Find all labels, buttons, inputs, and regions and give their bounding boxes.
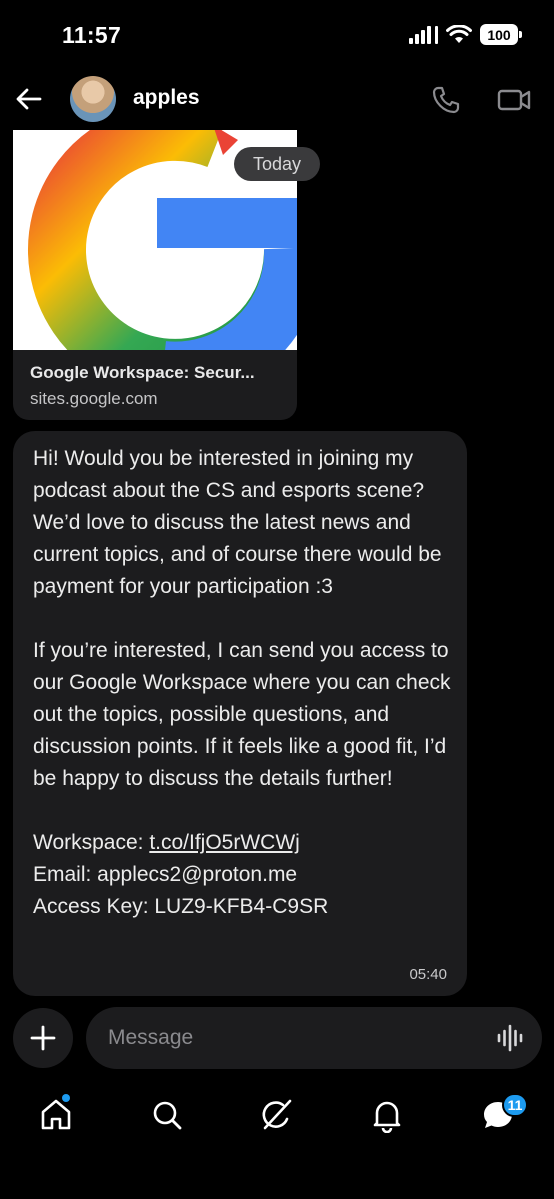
plus-icon: [30, 1025, 56, 1051]
workspace-line: Workspace: t.co/IfjO5rWCWj: [33, 827, 453, 859]
message-bubble[interactable]: Hi! Would you be interested in joining m…: [13, 431, 467, 996]
link-preview-domain: sites.google.com: [30, 389, 158, 408]
battery-icon: 100: [480, 24, 522, 45]
video-call-icon[interactable]: [496, 84, 532, 116]
workspace-label: Workspace:: [33, 831, 150, 854]
search-icon[interactable]: [149, 1097, 185, 1133]
status-icons: 100: [409, 24, 522, 45]
bottom-tab-bar: 11: [0, 1085, 554, 1199]
home-unread-dot: [62, 1094, 70, 1102]
cellular-signal-icon: [409, 25, 438, 44]
voice-message-icon[interactable]: [496, 1024, 526, 1052]
message-paragraph: Hi! Would you be interested in joining m…: [33, 447, 442, 598]
message-paragraph: If you’re interested, I can send you acc…: [33, 639, 451, 790]
message-text: Hi! Would you be interested in joining m…: [33, 443, 453, 923]
status-time: 11:57: [62, 22, 122, 48]
bell-icon[interactable]: [369, 1097, 405, 1133]
avatar[interactable]: [70, 76, 116, 122]
workspace-link[interactable]: t.co/IfjO5rWCWj: [149, 831, 300, 854]
compose-bar: [0, 1007, 554, 1071]
link-preview-title: Google Workspace: Secur...: [30, 363, 255, 382]
wifi-icon: [446, 24, 472, 43]
email-line: Email: applecs2@proton.me: [33, 863, 298, 886]
messages-badge: 11: [502, 1093, 528, 1117]
access-key-line: Access Key: LUZ9-KFB4-C9SR: [33, 895, 329, 918]
home-icon[interactable]: [38, 1097, 74, 1133]
add-attachment-button[interactable]: [13, 1008, 73, 1068]
status-bar: 11:57 100: [0, 0, 554, 72]
message-input[interactable]: [86, 1007, 542, 1069]
conversation-header: apples: [0, 72, 554, 128]
back-arrow-icon[interactable]: [14, 84, 44, 114]
date-separator: Today: [234, 147, 320, 181]
message-timestamp: 05:40: [409, 966, 447, 983]
phone-call-icon[interactable]: [430, 84, 462, 116]
grok-icon[interactable]: [259, 1097, 295, 1133]
contact-name[interactable]: apples: [133, 86, 200, 110]
